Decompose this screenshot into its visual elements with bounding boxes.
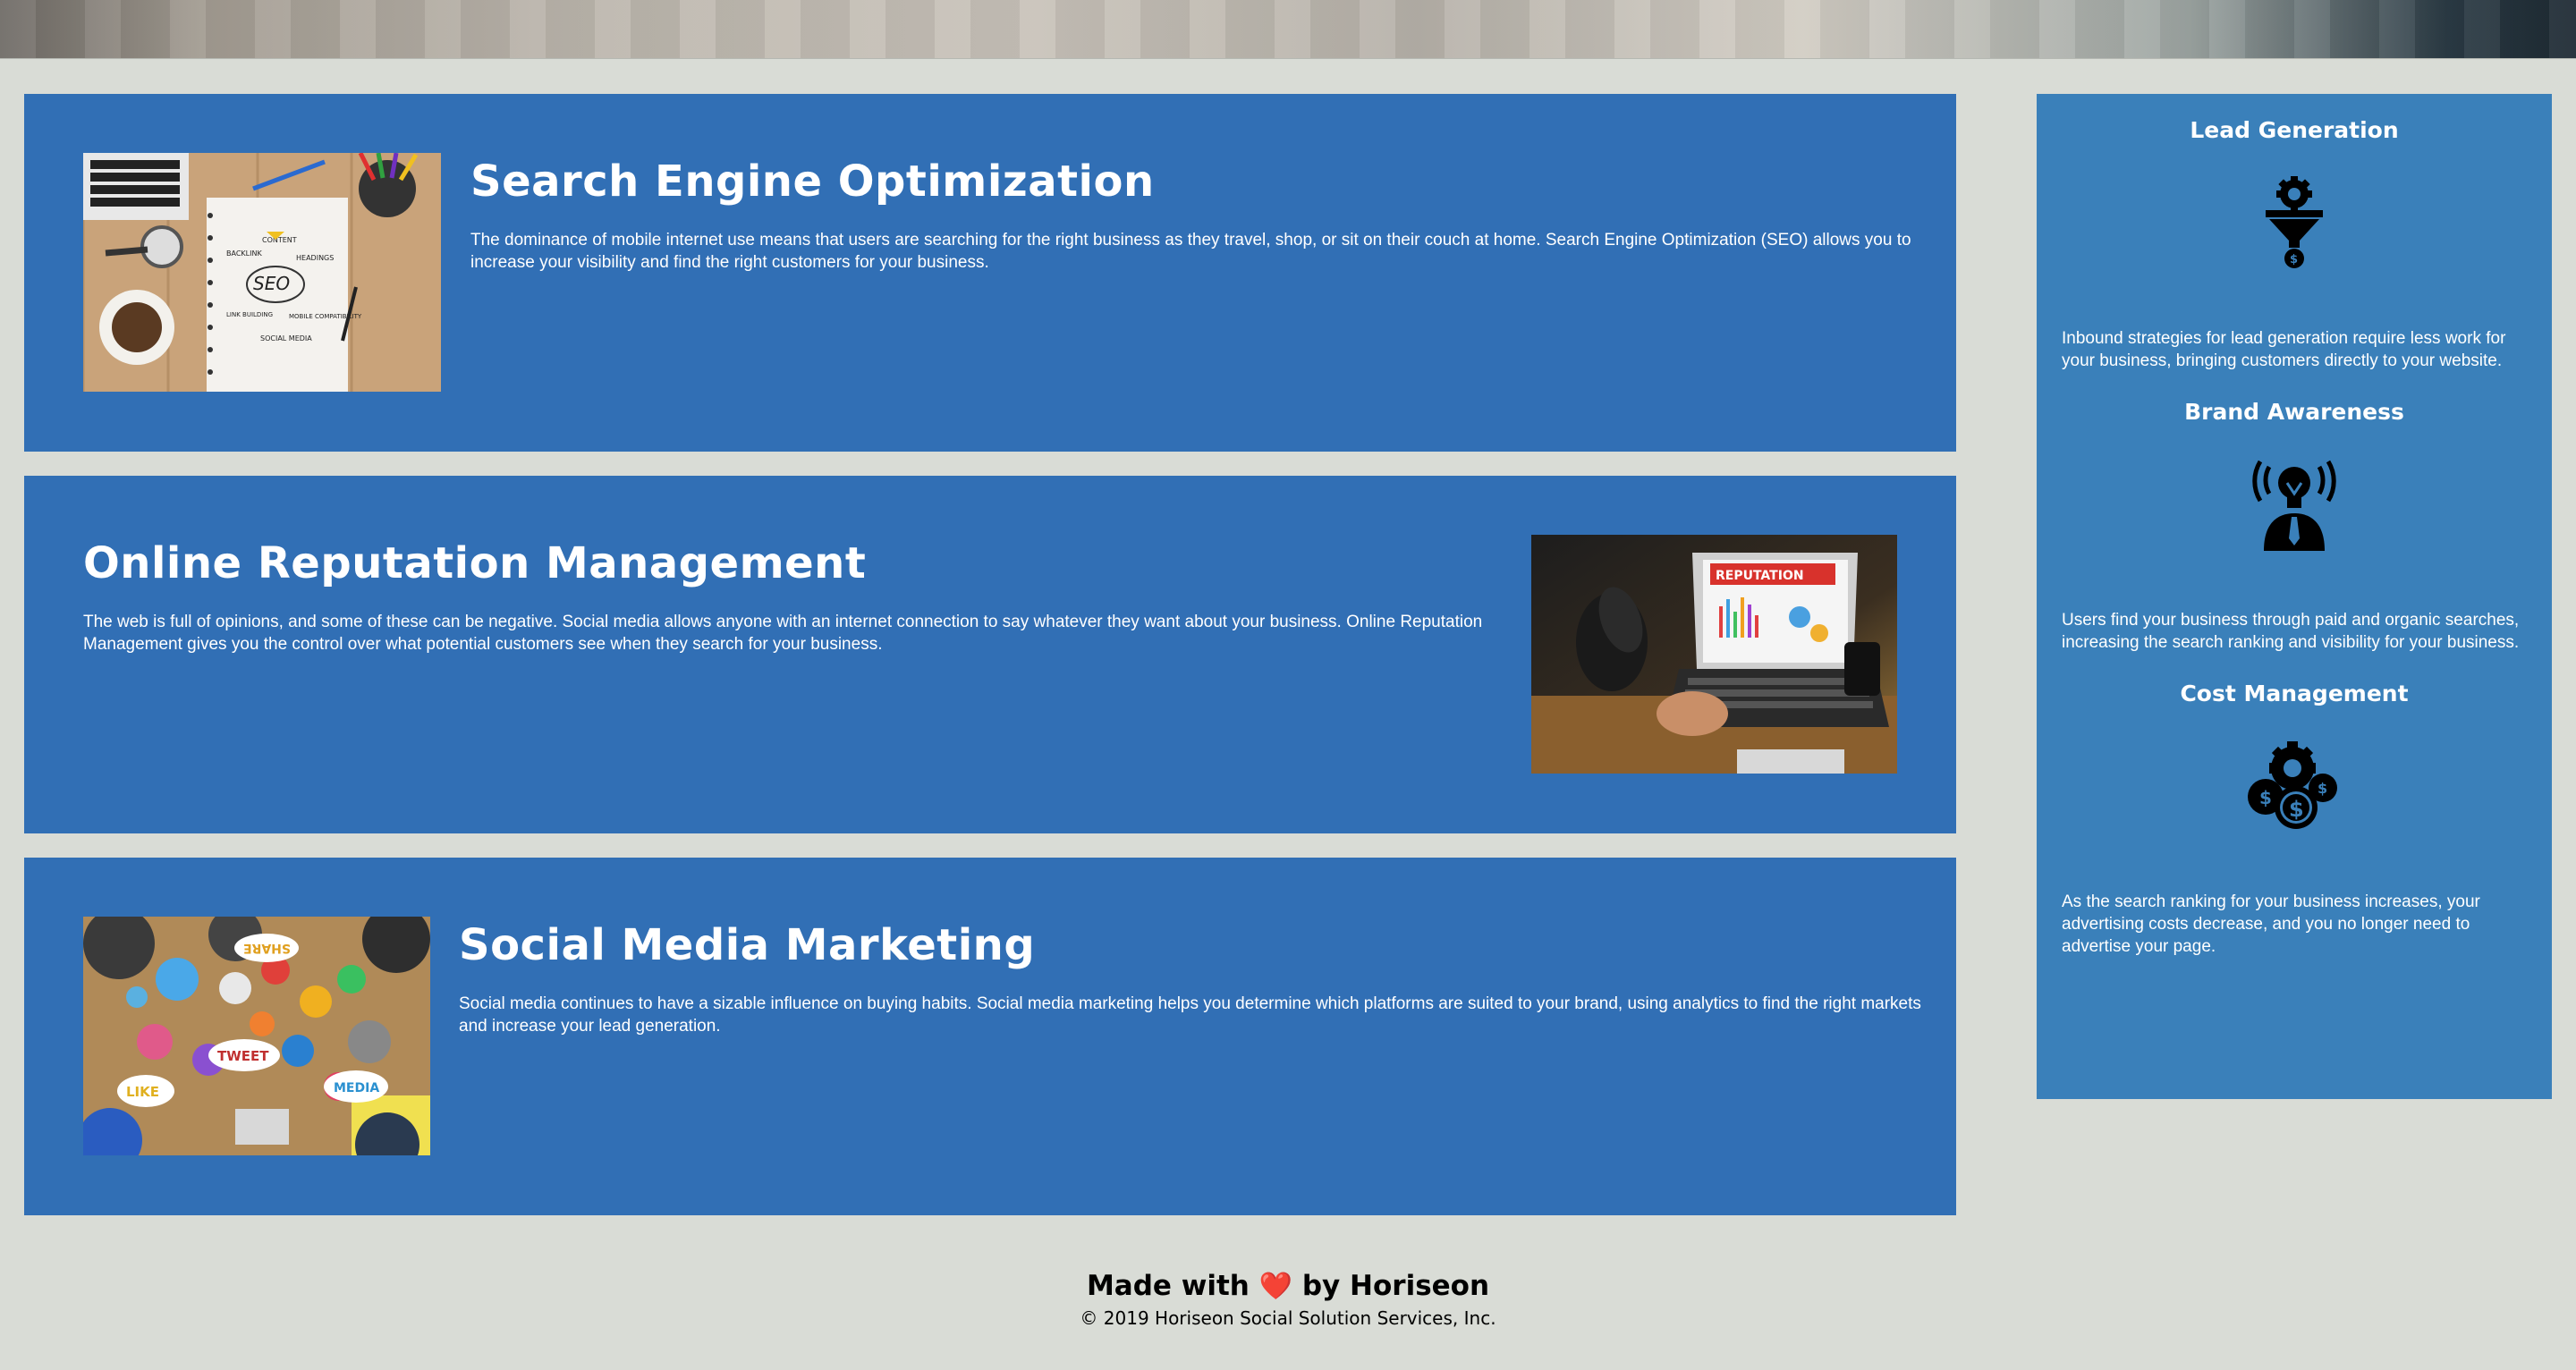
seo-image-text-mobile: MOBILE COMPATIBILITY [289, 313, 362, 320]
seo-image-text-link-building: LINK BUILDING [226, 311, 273, 318]
benefit-lead-generation: Lead Generation $ Inbound strategies for… [2062, 117, 2527, 372]
footer-made-suffix: by Horiseon [1301, 1270, 1490, 1302]
page-footer: Made with ❤️ by Horiseon © 2019 Horiseon… [0, 1270, 2576, 1329]
seo-image-text-headings: HEADINGS [296, 254, 334, 262]
benefit-brand-awareness: Brand Awareness Users find your business… [2062, 399, 2527, 654]
smm-image-text-media: MEDIA [334, 1081, 379, 1095]
social-media-image: SHARE TWEET LIKE MEDIA [83, 917, 430, 1155]
smm-text-block: Social Media Marketing Social media cont… [459, 917, 1926, 1037]
benefit-cost-management-text: As the search ranking for your business … [2062, 892, 2480, 956]
orm-description: The web is full of opinions, and some of… [83, 612, 1483, 654]
benefit-lead-generation-title: Lead Generation [2190, 117, 2399, 143]
smm-image-text-share: SHARE [243, 941, 291, 955]
benefits-sidebar: Lead Generation $ Inbound strategies for… [2037, 94, 2552, 1099]
heart-icon: ❤️ [1258, 1271, 1293, 1302]
benefit-brand-awareness-text: Users find your business through paid an… [2062, 611, 2520, 652]
svg-text:$: $ [2290, 253, 2298, 266]
seo-image-text-seo: SEO [253, 273, 290, 294]
seo-title: Search Engine Optimization [470, 156, 1155, 207]
footer-made-with: Made with ❤️ by Horiseon [0, 1270, 2576, 1302]
hero-banner-strip [0, 0, 2576, 59]
main-content: SEO CONTENT BACKLINK HEADINGS LINK BUILD… [24, 94, 1956, 1239]
lead-funnel-icon: $ [2245, 173, 2343, 272]
svg-text:$: $ [2318, 780, 2327, 797]
orm-title: Online Reputation Management [83, 538, 867, 588]
seo-image: SEO CONTENT BACKLINK HEADINGS LINK BUILD… [83, 153, 441, 392]
orm-text-block: Online Reputation Management The web is … [83, 535, 1487, 655]
smm-image-text-tweet: TWEET [217, 1048, 269, 1064]
smm-description: Social media continues to have a sizable… [459, 994, 1921, 1036]
gears-dollar-icon: $ $ $ [2245, 737, 2343, 835]
footer-made-prefix: Made with [1086, 1270, 1250, 1302]
orm-image-text-reputation: REPUTATION [1716, 569, 1804, 583]
service-card-social-media: SHARE TWEET LIKE MEDIA Social Media Mark… [24, 858, 1956, 1215]
seo-image-text-backlink: BACKLINK [226, 249, 262, 258]
smm-image-text-like: LIKE [126, 1084, 159, 1100]
service-card-online-reputation: Online Reputation Management The web is … [24, 476, 1956, 833]
lightbulb-person-icon [2245, 455, 2343, 554]
benefit-cost-management-title: Cost Management [2180, 681, 2409, 706]
benefit-lead-generation-text: Inbound strategies for lead generation r… [2062, 329, 2506, 370]
benefit-cost-management: Cost Management $ $ $ As the search rank… [2062, 681, 2527, 958]
svg-text:$: $ [2259, 787, 2272, 808]
seo-image-text-content: CONTENT [262, 236, 297, 244]
svg-text:$: $ [2289, 797, 2304, 822]
smm-title: Social Media Marketing [459, 920, 1036, 970]
service-card-seo: SEO CONTENT BACKLINK HEADINGS LINK BUILD… [24, 94, 1956, 452]
benefit-brand-awareness-title: Brand Awareness [2184, 399, 2404, 425]
seo-description: The dominance of mobile internet use mea… [470, 230, 1911, 272]
seo-image-text-social: SOCIAL MEDIA [260, 334, 312, 342]
footer-copyright: © 2019 Horiseon Social Solution Services… [1080, 1307, 1496, 1329]
seo-text-block: Search Engine Optimization The dominance… [470, 153, 1928, 274]
online-reputation-image: REPUTATION [1531, 535, 1897, 774]
